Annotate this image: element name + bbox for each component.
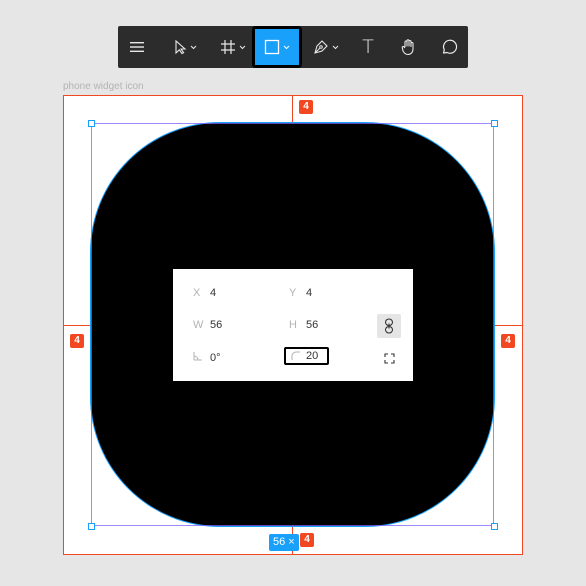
properties-panel: X 4 Y 4 W 56 H 56 0° 20 bbox=[173, 269, 413, 381]
x-position-field[interactable]: X 4 bbox=[193, 287, 216, 299]
x-label: X bbox=[193, 287, 201, 299]
spacing-badge-right: 4 bbox=[501, 334, 515, 348]
h-label: H bbox=[289, 319, 297, 331]
pen-tool-button[interactable] bbox=[306, 26, 346, 68]
menu-button[interactable] bbox=[118, 26, 156, 68]
spacing-guide-left bbox=[64, 325, 92, 326]
width-field[interactable]: W 56 bbox=[193, 319, 222, 331]
y-value[interactable]: 4 bbox=[306, 287, 312, 299]
y-position-field[interactable]: Y 4 bbox=[289, 287, 312, 299]
move-tool-button[interactable] bbox=[166, 26, 204, 68]
pen-nib-icon bbox=[314, 40, 328, 54]
spacing-badge-bottom: 4 bbox=[300, 533, 314, 547]
independent-corners-button[interactable] bbox=[381, 350, 397, 366]
hand-icon bbox=[401, 39, 414, 56]
spacing-badge-left: 4 bbox=[70, 334, 84, 348]
text-icon: T bbox=[362, 36, 374, 58]
toolbar: T bbox=[118, 26, 468, 68]
spacing-badge-top: 4 bbox=[299, 100, 313, 114]
chevron-down-icon bbox=[332, 45, 339, 49]
rectangle-tool-button[interactable] bbox=[252, 26, 302, 68]
spacing-guide-top bbox=[292, 96, 293, 124]
text-tool-button[interactable]: T bbox=[352, 26, 384, 68]
frame-name-label[interactable]: phone widget icon bbox=[63, 81, 144, 92]
spacing-guide-right bbox=[494, 325, 522, 326]
comment-tool-button[interactable] bbox=[432, 26, 466, 68]
x-value[interactable]: 4 bbox=[210, 287, 216, 299]
rotation-value[interactable]: 0° bbox=[210, 352, 221, 364]
corner-radius-field[interactable]: 20 bbox=[284, 347, 329, 365]
frame-tool-button[interactable] bbox=[214, 26, 252, 68]
hand-tool-button[interactable] bbox=[392, 26, 426, 68]
resize-handle-bottom-left[interactable] bbox=[88, 523, 95, 530]
w-value[interactable]: 56 bbox=[210, 319, 222, 331]
frame-hash-icon bbox=[221, 40, 235, 54]
comment-bubble-icon bbox=[442, 39, 458, 54]
w-label: W bbox=[193, 319, 204, 331]
size-width-value: 56 bbox=[273, 536, 286, 548]
resize-handle-bottom-right[interactable] bbox=[491, 523, 498, 530]
resize-handle-top-right[interactable] bbox=[491, 120, 498, 127]
corners-icon bbox=[383, 352, 395, 364]
rotation-angle-icon bbox=[193, 351, 210, 364]
constrain-proportions-button[interactable] bbox=[377, 314, 401, 338]
link-icon bbox=[384, 318, 394, 334]
rectangle-icon bbox=[264, 39, 280, 55]
size-indicator: 56 × bbox=[269, 534, 299, 551]
rotation-field[interactable]: 0° bbox=[193, 351, 221, 364]
corner-radius-icon bbox=[286, 351, 306, 361]
resize-handle-top-left[interactable] bbox=[88, 120, 95, 127]
corner-radius-value[interactable]: 20 bbox=[306, 350, 318, 362]
chevron-down-icon bbox=[239, 45, 246, 49]
height-field[interactable]: H 56 bbox=[289, 319, 318, 331]
cursor-arrow-icon bbox=[175, 39, 187, 55]
chevron-down-icon bbox=[283, 45, 290, 49]
hamburger-menu-icon bbox=[130, 42, 144, 52]
h-value[interactable]: 56 bbox=[306, 319, 318, 331]
chevron-down-icon bbox=[190, 45, 197, 49]
y-label: Y bbox=[289, 287, 297, 299]
size-separator: × bbox=[288, 536, 295, 548]
